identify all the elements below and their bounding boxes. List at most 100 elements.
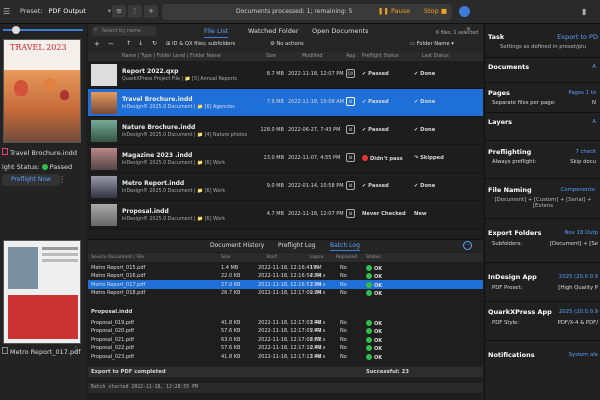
more-button[interactable]: ⋮ [128,5,142,18]
log-row[interactable]: Proposal_020.pdf 57.6 KB 2022-11-18, 12:17… [88,327,483,335]
preflighting-value[interactable]: 7 check [575,149,596,155]
sort-dropdown[interactable]: ▭ Folder Name ▾ [410,41,454,47]
divider [484,340,600,341]
file-row[interactable]: Metro Report.indd InDesign® 2025.0 Docum… [88,173,483,201]
pause-label: Pause [390,7,411,15]
more-icon[interactable]: ⋮ [58,175,66,184]
layers-value[interactable]: A [592,119,596,125]
col-app[interactable]: App [346,54,355,59]
log-lapse: 2.48 s [310,353,326,360]
log-row[interactable]: Metro Report_017.pdf 27.0 KB 2022-11-18, 1… [88,280,483,289]
log-lapse: 2.61 s [310,336,326,343]
ok-icon [366,345,372,351]
log-col-size[interactable]: Size [221,255,230,260]
log-row[interactable]: Proposal_022.pdf 57.6 KB 2022-11-18, 12:17… [88,344,483,352]
tab-preflight-log[interactable]: Preflight Log [278,242,316,249]
tab-file-list[interactable]: File List [204,27,229,38]
always-preflight-value[interactable]: Skip docu [570,159,596,165]
add-button[interactable]: + [144,5,158,18]
file-row[interactable]: Report 2022.qxp QuarkXPress Project File… [88,61,483,89]
zoom-slider-thumb[interactable] [12,26,20,34]
col-name[interactable]: Name | Type | Folder Level | Folder Name [122,54,221,59]
indesign-app-heading: InDesign App [488,273,537,281]
tab-document-history[interactable]: Document History [210,242,264,249]
move-down-icon[interactable]: ↓ [138,40,143,47]
log-col-status[interactable]: Status [366,255,381,260]
col-modified[interactable]: Modified [302,54,322,59]
log-col-replaced[interactable]: Replaced [336,255,357,260]
quarkxpress-app-value[interactable]: 2025 (20.0.0.9 [559,309,598,315]
save-preset-button[interactable]: ≡ [112,5,126,18]
log-row[interactable]: Proposal_023.pdf 41.8 KB 2022-11-18, 12:17… [88,352,483,361]
tab-open-documents[interactable]: Open Documents [312,27,369,35]
log-col-source[interactable]: Source Document / File [91,255,144,260]
refresh-icon[interactable]: ↻ [152,40,157,47]
documents-value[interactable]: A [592,64,596,70]
notifications-value[interactable]: System ale [569,352,598,358]
file-name: Magazine 2023 .indd [122,152,193,159]
sidebar-toggle-icon[interactable]: ▮ [582,7,586,16]
log-lapse: 2.48 s [310,319,326,326]
add-files-icon[interactable]: + [94,40,100,48]
log-row[interactable]: Metro Report_016.pdf 22.0 KB 2022-11-18, 1… [88,272,483,280]
log-row[interactable]: Proposal_019.pdf 41.8 KB 2022-11-18, 12:17… [88,318,483,327]
actions-dropdown[interactable]: ⚙ No actions [270,41,304,47]
more-icon-2[interactable]: ⋮ [72,345,80,354]
subfolders-value[interactable]: [Document] + [Se [550,241,598,247]
always-preflight-label: Always preflight: [492,159,537,165]
last-status-text: Done [420,127,436,133]
log-replaced: No [340,273,347,279]
file-thumbnail [91,64,117,86]
log-row[interactable]: Metro Report_018.pdf 26.7 KB 2022-11-18, 1… [88,289,483,297]
preflight-now-button[interactable]: Preflight Now [2,174,60,186]
pages-value[interactable]: Pages 1 to [568,90,596,96]
preset-value[interactable]: PDF Output [48,7,85,15]
file-filter[interactable]: ⊞ ID & QX files; subfolders [166,41,235,47]
log-col-start[interactable]: Start [266,255,277,260]
file-naming-description: [Document] + [Custom] + [Serial] + [Exte… [494,197,592,209]
file-thumbnail [91,148,117,170]
preflight-text: Never Checked [362,211,406,217]
col-preflight[interactable]: Preflight Status [362,54,399,59]
stop-button[interactable]: Stop ■ [424,7,447,15]
tab-watched-folder[interactable]: Watched Folder [248,27,299,35]
pages-heading: Pages [488,89,510,97]
menu-icon[interactable]: ☰ [3,7,10,16]
col-size[interactable]: Size [266,54,276,59]
preflighting-heading: Preflighting [488,148,532,156]
passed-icon [41,164,48,170]
move-up-icon[interactable]: ↑ [126,40,131,47]
search-input[interactable]: Select by name [92,26,156,36]
log-size: 57.6 KB [221,328,241,334]
file-naming-value[interactable]: Components: [561,187,596,193]
divider [484,301,600,302]
remove-files-icon[interactable]: − [108,40,114,48]
last-status: ✔ Done [414,127,436,133]
log-group-label: Proposal.indd [91,309,133,315]
tab-batch-log[interactable]: Batch Log [330,242,360,251]
preset-selector[interactable]: Preset: PDF Output ▾ [20,7,111,15]
log-options-icon[interactable]: ⋯ [463,241,472,250]
task-settings-pane [484,24,600,400]
file-details: InDesign® 2025.0 Document | 📁 [6] Work [122,217,226,222]
pdf-preset-value[interactable]: [High Quality P [558,285,598,291]
pdf-preset-label: PDF Preset: [492,285,523,291]
log-col-lapse[interactable]: Lapse [310,255,324,260]
file-row[interactable]: Nature Brochure.indd InDesign® 2025.0 Do… [88,117,483,145]
log-row[interactable]: Proposal_021.pdf 63.0 KB 2022-11-18, 12:17… [88,335,483,344]
col-last-status[interactable]: Last Status [422,54,449,59]
notifications-heading: Notifications [488,351,535,359]
ok-icon [366,336,372,343]
file-row[interactable]: Magazine 2023 .indd InDesign® 2025.0 Doc… [88,145,483,173]
task-value[interactable]: Export to PD [557,33,598,41]
pdf-style-value[interactable]: PDF/X-4 & PDF/ [558,320,598,326]
pause-button[interactable]: ❚❚ Pause [378,7,410,15]
log-row[interactable]: Metro Report_015.pdf 1.4 MB 2022-11-18, 12… [88,263,483,272]
log-lapse: 2.49 s [310,345,326,351]
divider [484,82,600,83]
file-row[interactable]: Travel Brochure.indd InDesign® 2025.0 Do… [88,89,483,117]
export-folders-value[interactable]: Nov 18 Outp [565,230,598,236]
separate-files-value[interactable]: N [592,100,596,106]
indesign-app-value[interactable]: 2025 (20.0.0.9 [559,274,598,280]
file-row[interactable]: Proposal.indd InDesign® 2025.0 Document … [88,201,483,229]
